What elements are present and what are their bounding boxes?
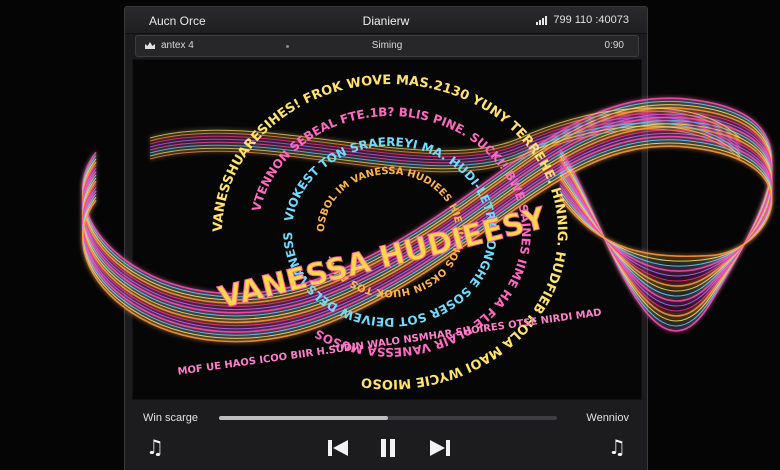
progress-fill [219, 416, 388, 420]
track-status: Siming [371, 40, 403, 51]
album-artwork [132, 59, 642, 400]
progress-bar[interactable] [219, 416, 557, 420]
artist-label: Wenniov [586, 412, 629, 424]
status-area: 799 110 :40073 [536, 14, 629, 26]
play-pause-button[interactable] [375, 436, 401, 460]
music-note-icon: ♫ [146, 435, 164, 459]
elapsed-time: 0:90 [604, 40, 624, 51]
music-note-icon: ♫ [608, 435, 626, 459]
previous-track-icon [328, 440, 348, 456]
signal-icon [536, 15, 548, 25]
next-track-icon [430, 440, 450, 456]
track-name-label: Win scarge [143, 412, 199, 424]
pause-icon [381, 439, 395, 457]
player-controls: Win scarge Wenniov ♫ ♫ [125, 402, 647, 470]
status-text: 799 110 :40073 [553, 14, 629, 26]
next-button[interactable] [427, 436, 453, 460]
player-window: Aucn Orce Dianierw 799 110 :40073 antex … [124, 6, 648, 470]
music-note-right-button[interactable]: ♫ [605, 434, 629, 460]
track-info-bar: antex 4 Siming 0:90 [135, 35, 639, 57]
previous-button[interactable] [325, 436, 351, 460]
music-note-left-button[interactable]: ♫ [143, 434, 167, 460]
title-bar: Aucn Orce Dianierw 799 110 :40073 [125, 7, 647, 34]
